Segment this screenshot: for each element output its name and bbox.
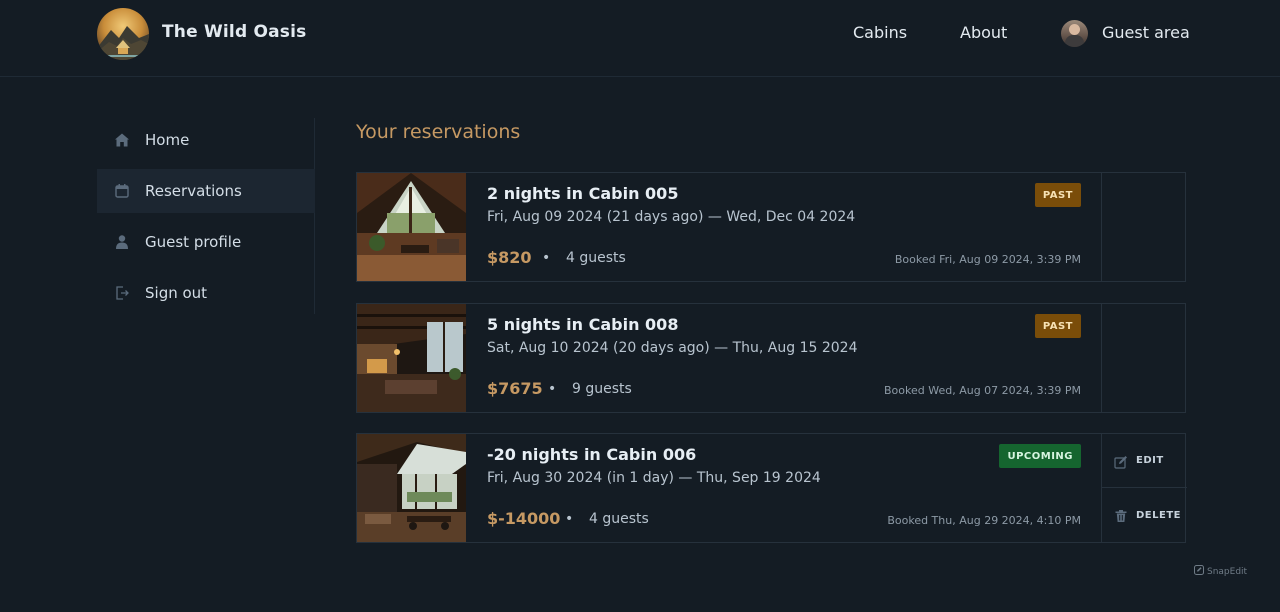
nav-about[interactable]: About: [960, 23, 1007, 42]
reservation-title: 5 nights in Cabin 008: [487, 315, 679, 334]
nav-guest-area[interactable]: Guest area: [1102, 23, 1190, 42]
watermark: SnapEdit: [1194, 565, 1247, 578]
sidebar-item-label: Reservations: [145, 182, 242, 200]
calendar-icon: [114, 183, 130, 199]
cabin-image: [357, 434, 466, 542]
reservation-booked-date: Booked Wed, Aug 07 2024, 3:39 PM: [884, 384, 1081, 397]
reservation-card: 5 nights in Cabin 008 Sat, Aug 10 2024 (…: [356, 303, 1186, 413]
status-badge: UPCOMING: [999, 444, 1081, 468]
reservation-dates: Sat, Aug 10 2024 (20 days ago) — Thu, Au…: [487, 340, 858, 356]
sign-out-icon: [114, 285, 130, 301]
edit-label: EDIT: [1136, 455, 1164, 466]
sidebar-item-home[interactable]: Home: [97, 118, 315, 162]
reservation-actions: [1101, 173, 1186, 281]
sidebar-item-label: Sign out: [145, 284, 208, 302]
user-icon: [114, 234, 130, 250]
reservation-card: -20 nights in Cabin 006 Fri, Aug 30 2024…: [356, 433, 1187, 543]
header: The Wild Oasis Cabins About Guest area: [0, 0, 1280, 77]
separator-dot: •: [548, 381, 557, 397]
delete-button[interactable]: DELETE: [1102, 488, 1187, 542]
reservation-booked-date: Booked Fri, Aug 09 2024, 3:39 PM: [894, 253, 1081, 266]
reservation-dates: Fri, Aug 30 2024 (in 1 day) — Thu, Sep 1…: [487, 470, 821, 486]
reservation-title: 2 nights in Cabin 005: [487, 184, 679, 203]
status-badge: PAST: [1034, 183, 1081, 207]
reservation-price: $-14000: [487, 509, 561, 528]
nav-cabins[interactable]: Cabins: [853, 23, 907, 42]
delete-label: DELETE: [1136, 509, 1181, 521]
sidebar-item-sign-out[interactable]: Sign out: [97, 271, 315, 315]
status-badge: PAST: [1034, 314, 1081, 338]
pencil-square-icon: [1114, 454, 1128, 469]
reservation-booked-date: Booked Thu, Aug 29 2024, 4:10 PM: [887, 514, 1081, 527]
reservation-details: -20 nights in Cabin 006 Fri, Aug 30 2024…: [466, 434, 1101, 542]
trash-icon: [1114, 508, 1128, 522]
home-icon: [114, 132, 130, 148]
sidebar-item-label: Guest profile: [145, 233, 242, 251]
reservation-guests: 4 guests: [589, 511, 649, 527]
sidebar-item-reservations[interactable]: Reservations: [97, 169, 315, 213]
reservation-card: 2 nights in Cabin 005 Fri, Aug 09 2024 (…: [356, 172, 1186, 282]
reservation-title: -20 nights in Cabin 006: [487, 445, 697, 464]
reservation-guests: 9 guests: [572, 381, 632, 397]
page-title: Your reservations: [356, 121, 521, 143]
avatar[interactable]: [1061, 20, 1088, 47]
watermark-text: SnapEdit: [1207, 566, 1248, 577]
reservation-price: $7675: [487, 379, 543, 398]
sidebar-item-label: Home: [145, 131, 190, 149]
reservation-guests: 4 guests: [566, 250, 626, 266]
logo[interactable]: [97, 8, 149, 60]
snapedit-icon: [1194, 565, 1204, 578]
cabin-image: [357, 304, 466, 412]
separator-dot: •: [565, 511, 574, 527]
reservation-price: $820: [487, 248, 532, 267]
reservation-dates: Fri, Aug 09 2024 (21 days ago) — Wed, De…: [487, 209, 856, 225]
reservation-details: 5 nights in Cabin 008 Sat, Aug 10 2024 (…: [466, 304, 1101, 412]
reservation-details: 2 nights in Cabin 005 Fri, Aug 09 2024 (…: [466, 173, 1101, 281]
edit-button[interactable]: EDIT: [1102, 434, 1187, 488]
reservation-actions: EDIT DELETE: [1101, 434, 1187, 542]
cabin-image: [357, 173, 466, 281]
separator-dot: •: [542, 250, 551, 266]
sidebar: Home Reservations Guest profile Sign out: [97, 118, 315, 314]
reservation-actions: [1101, 304, 1186, 412]
brand-name[interactable]: The Wild Oasis: [162, 22, 306, 42]
sidebar-item-guest-profile[interactable]: Guest profile: [97, 220, 315, 264]
